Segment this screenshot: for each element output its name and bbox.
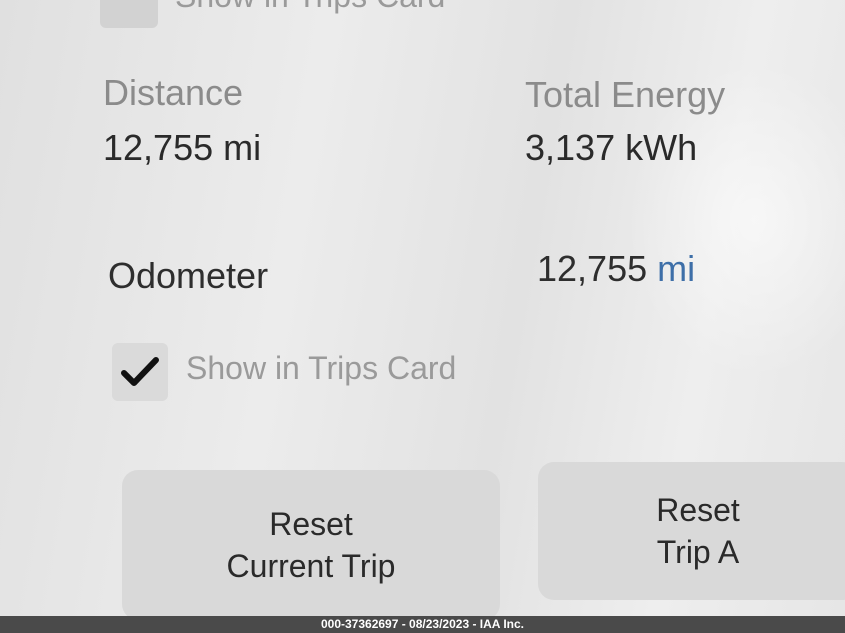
odometer-unit: mi — [657, 248, 696, 289]
distance-value: 12,755 mi — [103, 127, 262, 168]
reset-trip-a-line2: Trip A — [656, 534, 740, 570]
reset-trip-a-button[interactable]: Reset Trip A — [538, 462, 845, 600]
trips-screen: Show in Trips Card Distance 12,755 mi To… — [0, 0, 845, 616]
distance-label: Distance — [103, 72, 244, 113]
odometer-value: 12,755 — [537, 248, 648, 289]
reset-current-trip-line1: Reset — [269, 506, 353, 542]
show-in-trips-checkbox-top[interactable] — [100, 0, 158, 28]
odometer-label: Odometer — [108, 255, 269, 296]
total-energy-label: Total Energy — [525, 74, 726, 115]
odometer-value-group: 12,755 mi — [537, 248, 695, 290]
reset-current-trip-button[interactable]: Reset Current Trip — [122, 470, 500, 616]
watermark-footer: 000-37362697 - 08/23/2023 - IAA Inc. — [0, 616, 845, 633]
reset-trip-a-line1: Reset — [656, 492, 740, 528]
total-energy-value: 3,137 kWh — [525, 127, 698, 168]
checkmark-icon — [121, 357, 159, 386]
show-in-trips-label-top: Show in Trips Card — [175, 0, 445, 15]
show-in-trips-label: Show in Trips Card — [186, 350, 457, 386]
reset-current-trip-line2: Current Trip — [226, 548, 396, 584]
